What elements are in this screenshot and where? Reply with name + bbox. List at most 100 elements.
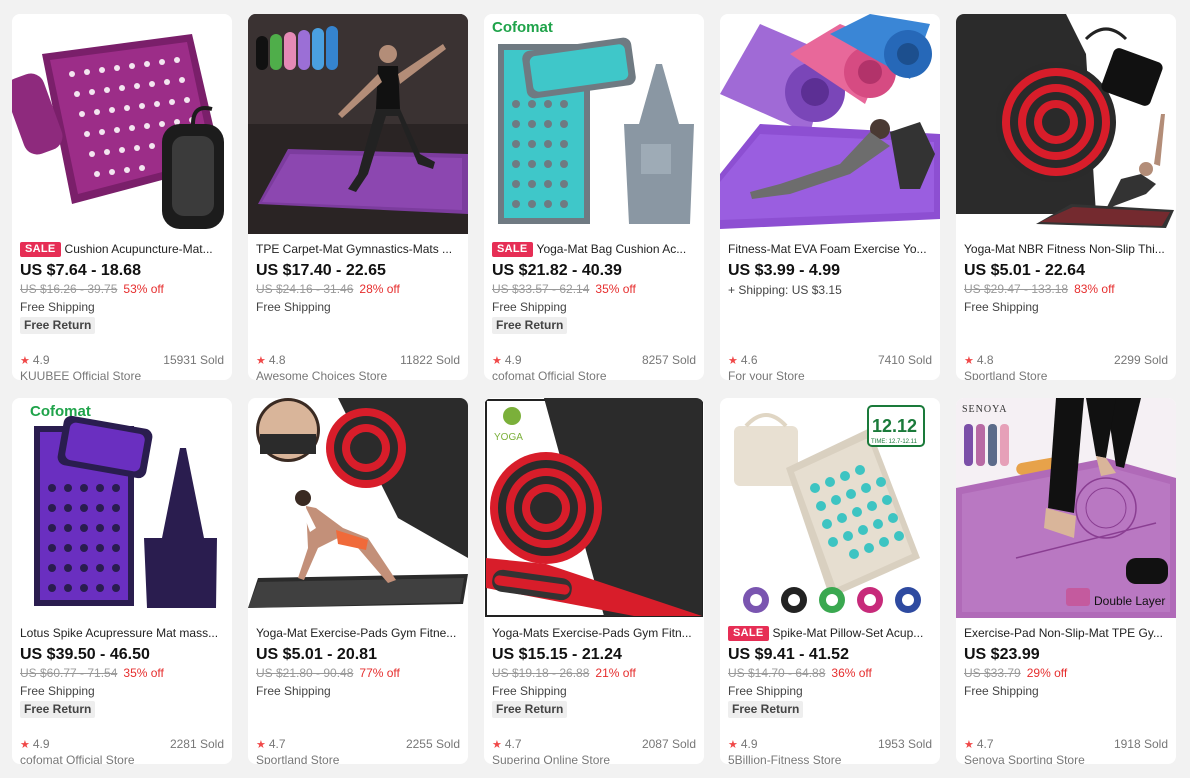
store-link[interactable]: cofomat Official Store — [20, 752, 224, 764]
store-link[interactable]: Awesome Choices Store — [256, 368, 460, 380]
product-card[interactable]: Cofomat SALE Yoga-Mat Bag Cushion Ac... — [484, 14, 704, 380]
product-price: US $7.64 - 18.68 — [20, 262, 141, 279]
shipping-info: Free Shipping — [964, 300, 1039, 314]
sold-count: 2281 Sold — [169, 737, 224, 751]
product-price: US $5.01 - 20.81 — [256, 646, 377, 663]
product-title[interactable]: TPE Carpet-Mat Gymnastics-Mats ... — [256, 242, 452, 256]
star-icon: ★ — [964, 739, 974, 751]
star-icon: ★ — [256, 739, 266, 751]
promo-dates: TIME: 12.7-12.11 — [871, 439, 918, 445]
product-title[interactable]: Yoga-Mat Bag Cushion Ac... — [537, 242, 687, 256]
discount-label: 77% off — [359, 666, 400, 680]
product-title[interactable]: Lotus Spike Acupressure Mat mass... — [20, 626, 218, 640]
store-link[interactable]: For your Store — [728, 368, 932, 380]
rating-value: 4.8 — [268, 353, 286, 367]
store-link[interactable]: cofomat Official Store — [492, 368, 696, 380]
product-title[interactable]: Cushion Acupuncture-Mat... — [65, 242, 213, 256]
discount-label: 36% off — [831, 666, 872, 680]
product-price: US $21.82 - 40.39 — [492, 262, 622, 279]
rating-value: 4.8 — [976, 353, 994, 367]
product-image[interactable] — [12, 14, 232, 234]
rating-value: 4.7 — [976, 737, 994, 751]
store-link[interactable]: KUUBEE Official Store — [20, 368, 224, 380]
original-price: US $21.80 - 90.48 — [256, 666, 354, 680]
store-link[interactable]: Sportland Store — [964, 368, 1168, 380]
product-title[interactable]: Spike-Mat Pillow-Set Acup... — [773, 626, 924, 640]
product-card[interactable]: SENOYA Double Layer Exercise-Pad Non-Sli… — [956, 398, 1176, 764]
product-image[interactable] — [956, 14, 1176, 234]
brand-logo: Cofomat — [492, 19, 553, 36]
product-card[interactable]: Yoga-Mat NBR Fitness Non-Slip Thi... US … — [956, 14, 1176, 380]
free-return-badge: Free Return — [492, 701, 568, 718]
product-title[interactable]: Exercise-Pad Non-Slip-Mat TPE Gy... — [964, 626, 1163, 640]
product-price: US $15.15 - 21.24 — [492, 646, 622, 663]
sold-count: 1953 Sold — [877, 737, 932, 751]
star-icon: ★ — [492, 355, 502, 367]
free-return-badge: Free Return — [492, 317, 568, 334]
product-image[interactable]: 12.12 TIME: 12.7-12.11 — [720, 398, 940, 618]
product-title[interactable]: Yoga-Mats Exercise-Pads Gym Fitn... — [492, 626, 692, 640]
free-return-badge: Free Return — [20, 317, 96, 334]
star-icon: ★ — [256, 355, 266, 367]
free-return-badge: Free Return — [20, 701, 96, 718]
product-card[interactable]: TPE Carpet-Mat Gymnastics-Mats ... US $1… — [248, 14, 468, 380]
original-price: US $33.57 - 62.14 — [492, 282, 590, 296]
product-image[interactable]: SENOYA Double Layer — [956, 398, 1176, 618]
product-image[interactable] — [248, 14, 468, 234]
original-price: US $29.47 - 133.18 — [964, 282, 1069, 296]
product-image[interactable]: YOGA — [484, 398, 704, 618]
rating-value: 4.9 — [32, 737, 50, 751]
product-card[interactable]: Yoga-Mat Exercise-Pads Gym Fitne... US $… — [248, 398, 468, 764]
rating-value: 4.9 — [32, 353, 50, 367]
star-icon: ★ — [728, 355, 738, 367]
product-image[interactable]: Cofomat — [484, 14, 704, 234]
star-icon: ★ — [492, 739, 502, 751]
shipping-info: Free Shipping — [964, 684, 1039, 698]
brand-logo: SENOYA — [962, 404, 1007, 415]
product-price: US $23.99 — [964, 646, 1040, 663]
sale-badge: SALE — [492, 242, 533, 257]
product-title[interactable]: Yoga-Mat Exercise-Pads Gym Fitne... — [256, 626, 456, 640]
original-price: US $24.16 - 31.46 — [256, 282, 354, 296]
product-price: US $17.40 - 22.65 — [256, 262, 386, 279]
store-link[interactable]: 5Billion-Fitness Store — [728, 752, 932, 764]
shipping-info: + Shipping: US $3.15 — [728, 283, 842, 297]
discount-label: 35% off — [595, 282, 636, 296]
shipping-info: Free Shipping — [256, 300, 331, 314]
product-price: US $3.99 - 4.99 — [728, 262, 841, 279]
sold-count: 1918 Sold — [1113, 737, 1168, 751]
star-icon: ★ — [20, 739, 30, 751]
discount-label: 83% off — [1074, 282, 1115, 296]
store-link[interactable]: Supering Online Store — [492, 752, 696, 764]
product-card[interactable]: Fitness-Mat EVA Foam Exercise Yo... US $… — [720, 14, 940, 380]
brand-logo: YOGA — [494, 432, 523, 443]
sale-badge: SALE — [728, 626, 769, 641]
product-card[interactable]: 12.12 TIME: 12.7-12.11 SALE Spike-Mat Pil… — [720, 398, 940, 764]
store-link[interactable]: Sportland Store — [256, 752, 460, 764]
store-link[interactable]: Senoya Sporting Store — [964, 752, 1168, 764]
product-price: US $9.41 - 41.52 — [728, 646, 849, 663]
overlay-label: Double Layer — [1094, 594, 1165, 608]
original-price: US $33.79 — [964, 666, 1021, 680]
product-image[interactable]: Cofomat — [12, 398, 232, 618]
shipping-info: Free Shipping — [492, 684, 567, 698]
free-return-badge: Free Return — [728, 701, 804, 718]
product-title[interactable]: Yoga-Mat NBR Fitness Non-Slip Thi... — [964, 242, 1165, 256]
product-card[interactable]: YOGA Yoga-Mats Exercise-Pads Gym Fitn...… — [484, 398, 704, 764]
rating-value: 4.7 — [268, 737, 286, 751]
sold-count: 11822 Sold — [400, 353, 460, 367]
sold-count: 15931 Sold — [163, 353, 224, 367]
star-icon: ★ — [20, 355, 30, 367]
product-image[interactable] — [248, 398, 468, 618]
product-card[interactable]: SALE Cushion Acupuncture-Mat... US $7.64 … — [12, 14, 232, 380]
rating-value: 4.7 — [504, 737, 522, 751]
discount-label: 53% off — [123, 282, 164, 296]
discount-label: 21% off — [595, 666, 636, 680]
discount-label: 35% off — [123, 666, 164, 680]
star-icon: ★ — [728, 739, 738, 751]
product-image[interactable] — [720, 14, 940, 234]
product-grid: SALE Cushion Acupuncture-Mat... US $7.64 … — [0, 0, 1190, 778]
product-title[interactable]: Fitness-Mat EVA Foam Exercise Yo... — [728, 242, 927, 256]
discount-label: 28% off — [359, 282, 400, 296]
product-card[interactable]: Cofomat Lotus Spike Acupressure Mat mass… — [12, 398, 232, 764]
